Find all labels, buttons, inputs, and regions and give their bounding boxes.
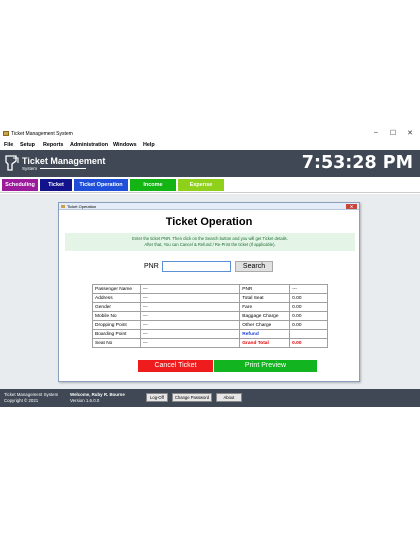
menu-administration[interactable]: Administration [70,142,108,148]
status-copyright: Copyright © 2021 [4,398,39,403]
menu-bar: File Setup Reports Administration Window… [0,140,420,150]
field-value: 0.00 [289,311,328,321]
table-row: Dropping Point --- Other Charge 0.00 [92,320,328,330]
logoff-button[interactable]: Log-Off [146,393,168,402]
field-label: Gender [92,302,141,312]
table-row: Address --- Total Seat 0.00 [92,293,328,303]
field-value: 0.00 [289,293,328,303]
refund-value [289,329,328,339]
field-label: Seat No [92,338,141,348]
about-button[interactable]: About [216,393,242,402]
app-header: Ticket Management System 7:53:28 PM [0,150,420,177]
ticket-logo-icon [5,155,19,171]
ticket-operation-dialog: Ticket Operation ✕ Ticket Operation Ente… [58,202,360,382]
field-value: --- [289,284,328,294]
print-preview-button[interactable]: Print Preview [214,360,317,372]
brand-subtitle: System [22,166,86,171]
field-label: Boarding Point [92,329,141,339]
module-nav: Scheduling Ticket Ticket Operation Incom… [0,177,420,193]
change-password-button[interactable]: Change Password [172,393,212,402]
tab-expense[interactable]: Expense [178,179,224,191]
cancel-ticket-button[interactable]: Cancel Ticket [138,360,213,372]
maximize-icon[interactable]: ☐ [387,129,399,137]
main-window: Ticket Management System – ☐ ✕ File Setu… [0,128,420,407]
field-value: --- [139,320,241,330]
clock: 7:53:28 PM [301,153,413,173]
app-icon [3,131,9,136]
field-label: Fare [239,302,291,312]
tab-scheduling[interactable]: Scheduling [2,179,38,191]
menu-help[interactable]: Help [143,142,155,148]
table-row: Seat No --- Grand Total 0.00 [92,338,328,348]
menu-setup[interactable]: Setup [20,142,35,148]
dialog-app-icon [61,204,65,208]
dialog-heading: Ticket Operation [165,216,253,228]
dialog-title-bar: Ticket Operation ✕ [59,203,359,210]
instruction-line-2: After that, You can Cancel & Refund / Re… [144,242,276,247]
dialog-title: Ticket Operation [67,204,97,209]
instruction-panel: Enter the ticket PNR. Then click on the … [65,233,355,251]
minimize-icon[interactable]: – [370,129,382,136]
table-row: Passenger Name --- PNR --- [92,284,328,294]
field-label: Other Charge [239,320,291,330]
tab-ticket-operation[interactable]: Ticket Operation [74,179,128,191]
field-value: 0.00 [289,320,328,330]
refund-label: Refund [239,329,291,339]
field-value: --- [139,293,241,303]
menu-windows[interactable]: Windows [113,142,137,148]
field-label: Passenger Name [92,284,141,294]
title-bar: Ticket Management System – ☐ ✕ [0,128,420,140]
grand-total-label: Grand Total [239,338,291,348]
field-label: Address [92,293,141,303]
tab-income[interactable]: Income [130,179,176,191]
tab-ticket[interactable]: Ticket [40,179,72,191]
version-text: Version 1.6.0.0 [70,398,100,403]
workspace: Ticket Operation ✕ Ticket Operation Ente… [0,194,420,389]
table-row: Mobile No --- Baggage Charge 0.00 [92,311,328,321]
field-value: --- [139,329,241,339]
menu-reports[interactable]: Reports [43,142,63,148]
ticket-details-table: Passenger Name --- PNR --- Address --- T… [92,284,328,348]
pnr-label: PNR [144,263,159,270]
field-label: Dropping Point [92,320,141,330]
field-label: Total Seat [239,293,291,303]
pnr-input[interactable] [162,261,231,272]
table-row: Gender --- Fare 0.00 [92,302,328,312]
grand-total-value: 0.00 [289,338,328,348]
field-value: --- [139,284,241,294]
dialog-close-icon[interactable]: ✕ [346,204,357,209]
window-title: Ticket Management System [11,131,73,137]
field-value: --- [139,311,241,321]
field-value: --- [139,302,241,312]
field-label: Baggage Charge [239,311,291,321]
status-bar: Ticket Management System Copyright © 202… [0,389,420,407]
field-label: PNR [239,284,291,294]
menu-file[interactable]: File [4,142,13,148]
close-icon[interactable]: ✕ [404,129,416,137]
field-label: Mobile No [92,311,141,321]
status-app-name: Ticket Management System [4,392,59,397]
field-value: --- [139,338,241,348]
brand-title: Ticket Management [22,156,106,166]
welcome-text: Welcome, Ruby R. Bourne [70,392,125,397]
search-button[interactable]: Search [235,261,273,272]
table-row: Boarding Point --- Refund [92,329,328,339]
field-value: 0.00 [289,302,328,312]
